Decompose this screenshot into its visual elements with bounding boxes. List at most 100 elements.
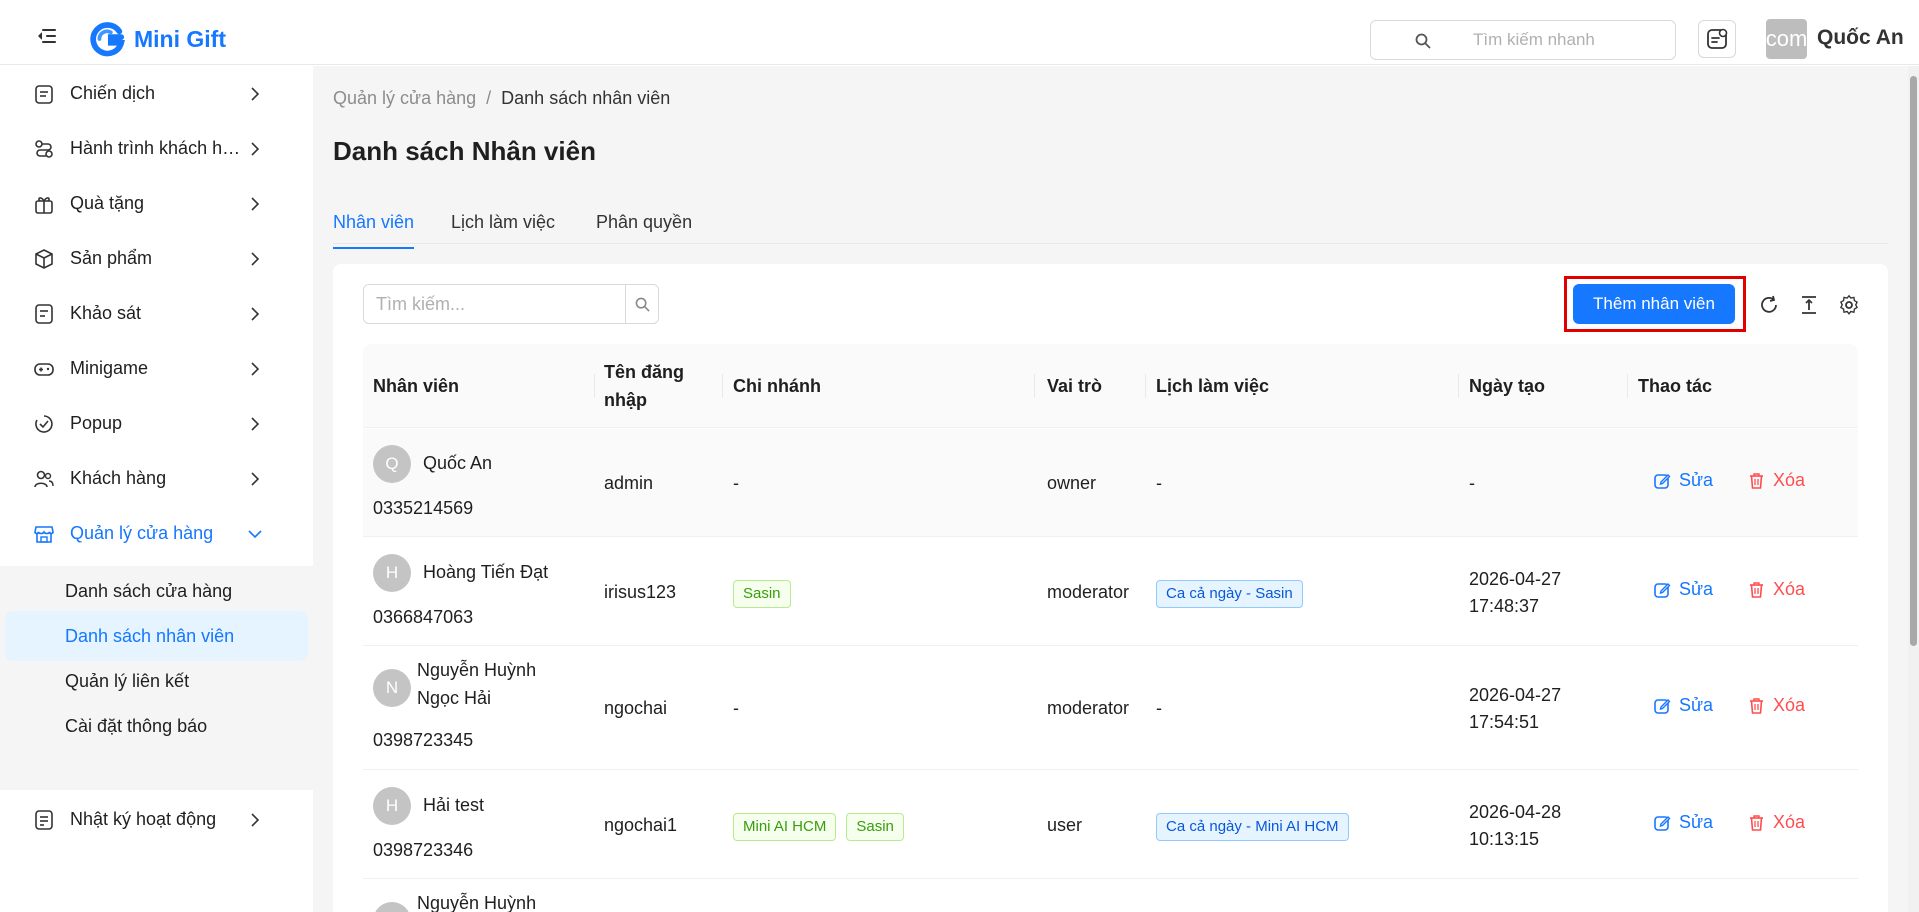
user-avatar[interactable]: com — [1766, 19, 1807, 59]
store-icon — [34, 526, 54, 543]
sidebar-item-popup[interactable]: Popup — [0, 396, 313, 451]
employee-created-time: 17:54:51 — [1469, 712, 1540, 732]
employee-username: irisus123 — [604, 582, 677, 602]
employee-phone: 0335214569 — [373, 498, 474, 518]
sidebar-item-label: Chiến dịch — [70, 83, 156, 103]
employee-branch: - — [733, 473, 739, 493]
employee-role: moderator — [1047, 582, 1130, 602]
delete-label: Xóa — [1773, 695, 1806, 715]
sidebar-item-products[interactable]: Sản phẩm — [0, 231, 313, 286]
employee-branch-tags: Mini AI HCM Sasin — [733, 812, 914, 841]
page-scrollbar[interactable] — [1908, 66, 1919, 912]
employee-schedule: Ca cả ngày - Mini AI HCM — [1156, 812, 1359, 841]
delete-label: Xóa — [1773, 470, 1806, 490]
employee-created-date: 2026-04-27 — [1469, 685, 1562, 705]
col-employee: Nhân viên — [373, 376, 460, 396]
employee-role: user — [1047, 815, 1083, 835]
reload-icon[interactable] — [1758, 294, 1780, 316]
sidebar-item-store-management[interactable]: Quản lý cửa hàng — [0, 506, 313, 561]
app-logo[interactable]: Mini Gift — [88, 20, 226, 58]
settings-icon[interactable] — [1838, 294, 1860, 316]
sidebar-item-campaigns[interactable]: Chiến dịch — [0, 66, 313, 121]
tab-employees[interactable]: Nhân viên — [333, 212, 415, 249]
gamepad-icon — [34, 363, 54, 376]
edit-button[interactable]: Sửa — [1653, 579, 1713, 600]
employee-schedule: Ca cả ngày - Sasin — [1156, 579, 1313, 608]
submenu-item-store-list[interactable]: Danh sách cửa hàng — [5, 566, 308, 616]
tab-permissions[interactable]: Phân quyền — [596, 212, 692, 247]
delete-label: Xóa — [1773, 812, 1806, 832]
box-icon — [35, 249, 53, 269]
survey-icon — [35, 304, 53, 324]
sidebar-item-customers[interactable]: Khách hàng — [0, 451, 313, 506]
sidebar-item-journey[interactable]: Hành trình khách hàng — [0, 121, 313, 176]
table-search — [363, 284, 659, 324]
chevron-right-icon — [251, 307, 260, 321]
edit-button[interactable]: Sửa — [1653, 695, 1713, 716]
employee-phone: 0398723345 — [373, 730, 474, 750]
tab-schedule[interactable]: Lịch làm việc — [451, 212, 555, 247]
main-content: Quản lý cửa hàng / Danh sách nhân viên D… — [313, 66, 1908, 912]
submenu-item-link-management[interactable]: Quản lý liên kết — [5, 656, 308, 706]
edit-icon — [1654, 698, 1671, 714]
add-employee-button[interactable]: Thêm nhân viên — [1573, 284, 1735, 324]
sidebar-item-surveys[interactable]: Khảo sát — [0, 286, 313, 341]
breadcrumb: Quản lý cửa hàng / Danh sách nhân viên — [333, 88, 670, 109]
employee-created-time: 10:13:15 — [1469, 829, 1540, 849]
column-height-icon[interactable] — [1798, 294, 1820, 316]
search-icon — [635, 297, 650, 312]
breadcrumb-separator: / — [486, 88, 492, 108]
delete-button[interactable]: Xóa — [1748, 579, 1805, 600]
employee-name-line1: Nguyễn Huỳnh — [417, 660, 537, 680]
employee-username: ngochai — [604, 698, 668, 718]
edit-icon — [1654, 582, 1671, 598]
chevron-right-icon — [251, 142, 260, 156]
table-search-input[interactable] — [364, 285, 625, 323]
trash-icon — [1750, 814, 1763, 831]
edit-button[interactable]: Sửa — [1653, 812, 1713, 833]
breadcrumb-parent[interactable]: Quản lý cửa hàng — [333, 88, 476, 109]
edit-label: Sửa — [1679, 695, 1714, 715]
table-header: Nhân viên Tên đăng nhập Chi nhánh Vai tr… — [363, 344, 1858, 428]
delete-button[interactable]: Xóa — [1748, 470, 1805, 491]
table-search-button[interactable] — [625, 285, 658, 323]
col-divider — [594, 374, 595, 398]
employee-avatar: H — [373, 554, 411, 592]
sidebar-item-activity-log[interactable]: Nhật ký hoạt động — [0, 792, 313, 847]
campaign-icon — [35, 85, 53, 104]
employee-avatar: N — [373, 669, 411, 707]
col-divider — [1458, 374, 1459, 398]
edit-icon — [1654, 473, 1671, 489]
delete-button[interactable]: Xóa — [1748, 812, 1805, 833]
logo-icon — [90, 22, 125, 57]
col-branch: Chi nhánh — [733, 376, 821, 396]
sidebar-item-label: Khảo sát — [70, 303, 142, 323]
trash-icon — [1750, 472, 1763, 489]
branch-tag: Sasin — [733, 580, 791, 608]
employee-name: Hải test — [423, 795, 485, 815]
delete-button[interactable]: Xóa — [1748, 695, 1805, 716]
employee-table-card: Thêm nhân viên Nhân viên Tên đăng nhập C… — [333, 264, 1888, 912]
quick-search[interactable] — [1370, 20, 1683, 60]
sidebar-item-label: Hành trình khách hàng — [70, 138, 242, 158]
menu-collapse-icon[interactable] — [38, 29, 56, 43]
employee-created-time: 17:48:37 — [1469, 596, 1540, 616]
sidebar-item-label: Quản lý cửa hàng — [70, 523, 214, 543]
users-icon — [34, 470, 54, 488]
edit-button[interactable]: Sửa — [1653, 470, 1713, 491]
breadcrumb-current: Danh sách nhân viên — [501, 88, 671, 108]
sidebar-item-gifts[interactable]: Quà tặng — [0, 176, 313, 231]
notification-button[interactable] — [1698, 20, 1736, 58]
user-name[interactable]: Quốc An — [1817, 26, 1904, 50]
sidebar-item-minigame[interactable]: Minigame — [0, 341, 313, 396]
col-created: Ngày tạo — [1469, 376, 1546, 396]
table-row: N Nguyễn Huỳnh Ngọc Hải 0398723345 ngoch… — [363, 647, 1858, 770]
employee-role: owner — [1047, 473, 1097, 493]
scrollbar-thumb[interactable] — [1910, 76, 1917, 646]
col-actions: Thao tác — [1638, 376, 1713, 396]
col-username: Tên đăng nhập — [604, 362, 684, 410]
quick-search-input[interactable] — [1473, 30, 1683, 50]
submenu-item-employee-list[interactable]: Danh sách nhân viên — [5, 611, 308, 661]
submenu-item-notification-settings[interactable]: Cài đặt thông báo — [5, 701, 308, 751]
chevron-right-icon — [251, 87, 260, 101]
